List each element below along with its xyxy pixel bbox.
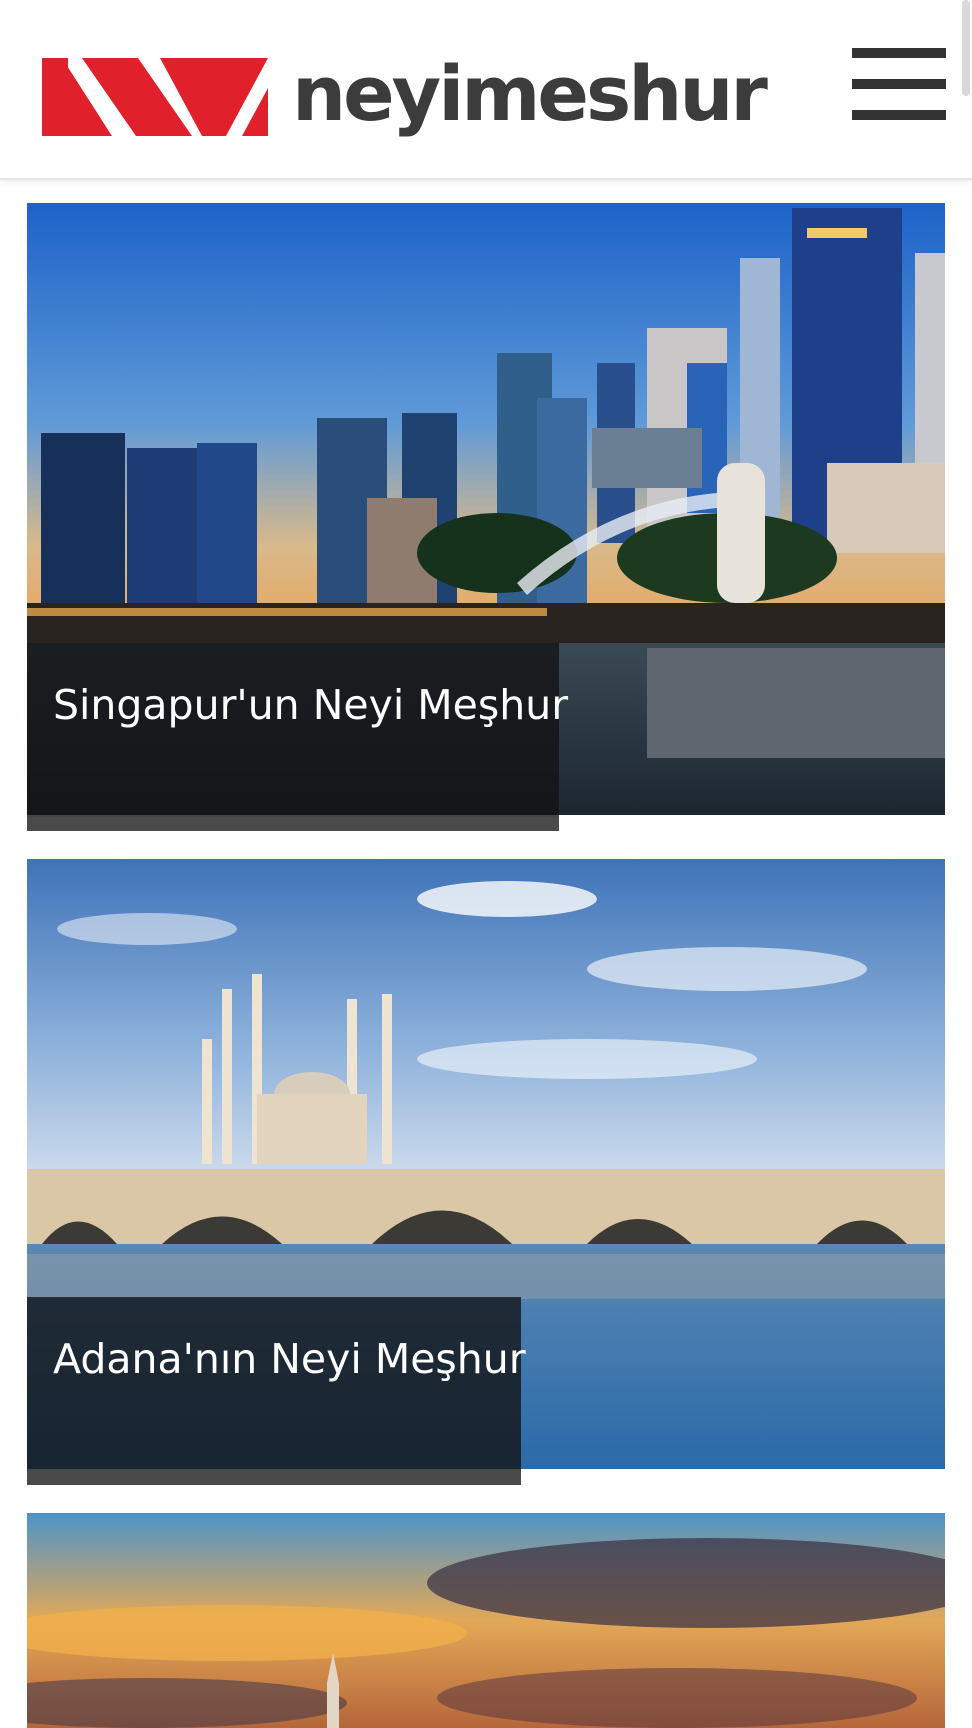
article-card-partial[interactable] [27, 1513, 945, 1728]
article-card-singapore[interactable]: Singapur'un Neyi Meşhur [27, 203, 945, 831]
article-title[interactable]: Adana'nın Neyi Meşhur [53, 1335, 526, 1383]
nm-logo-icon[interactable] [42, 58, 268, 136]
hamburger-menu-icon[interactable] [852, 48, 946, 120]
site-header: neyimeshur [0, 0, 972, 180]
article-caption-box: Singapur'un Neyi Meşhur [27, 643, 568, 831]
sunset-city-photo [27, 1513, 945, 1728]
article-card-adana[interactable]: Adana'nın Neyi Meşhur [27, 859, 945, 1485]
scrollbar[interactable] [962, 0, 970, 96]
article-caption-box: Adana'nın Neyi Meşhur [27, 1297, 526, 1485]
site-name[interactable]: neyimeshur [292, 44, 768, 144]
article-title[interactable]: Singapur'un Neyi Meşhur [53, 681, 568, 729]
